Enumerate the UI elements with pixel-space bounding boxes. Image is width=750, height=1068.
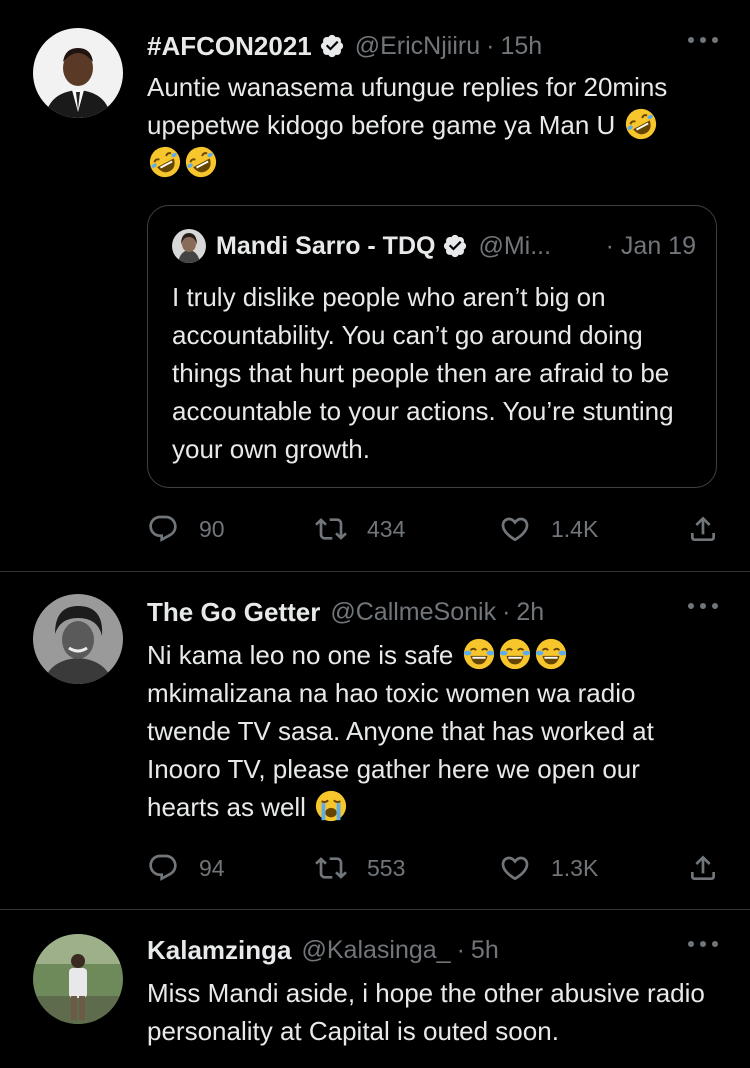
retweet-icon [315, 852, 347, 884]
reply-button[interactable]: 94 [147, 850, 225, 886]
reply-icon [147, 513, 179, 545]
user-handle[interactable]: @EricNjiiru [355, 32, 480, 61]
share-icon [687, 852, 719, 884]
tweet-text: Auntie wanasema ufungue replies for 20mi… [147, 68, 722, 182]
user-handle[interactable]: @CallmeSonik [330, 598, 496, 627]
display-name[interactable]: Kalamzinga [147, 935, 292, 966]
share-icon [687, 513, 719, 545]
reply-count: 94 [199, 854, 225, 881]
verified-badge-icon [442, 233, 468, 259]
tweet-actions: 94 553 1.3K [147, 850, 719, 886]
avatar[interactable] [33, 934, 123, 1024]
quoted-display-name[interactable]: Mandi Sarro - TDQ [216, 232, 435, 261]
like-count: 1.3K [551, 854, 599, 881]
heart-icon [499, 513, 531, 545]
tweet-actions: 90 434 1.4K [147, 511, 719, 547]
tweet[interactable]: Kalamzinga @Kalasinga_ · 5h Miss Mandi a… [0, 910, 750, 1068]
separator: · [486, 31, 495, 60]
quoted-user-handle[interactable]: @Mi... [478, 232, 551, 261]
rofl-emoji [184, 145, 218, 179]
heart-icon [499, 852, 531, 884]
rofl-emoji [624, 107, 658, 141]
tweet[interactable]: The Go Getter @CallmeSonik · 2h Ni kama … [0, 572, 750, 908]
tweet-text-line: Ni kama leo no one is safe [147, 640, 454, 670]
display-name[interactable]: #AFCON2021 [147, 31, 312, 62]
separator: · [456, 935, 465, 964]
user-handle[interactable]: @Kalasinga_ [302, 936, 451, 965]
share-button[interactable] [687, 850, 719, 886]
tweet-text: Miss Mandi aside, i hope the other abusi… [147, 978, 705, 1046]
more-icon[interactable] [686, 34, 720, 46]
more-icon[interactable] [686, 938, 720, 950]
separator: · [502, 597, 511, 626]
more-icon[interactable] [686, 600, 720, 612]
quoted-timestamp[interactable]: · Jan 19 [606, 232, 696, 261]
timestamp[interactable]: 5h [471, 936, 499, 965]
share-button[interactable] [687, 511, 719, 547]
joy-emoji [462, 637, 496, 671]
quoted-tweet-text: I truly dislike people who aren’t big on… [172, 282, 674, 464]
retweet-button[interactable]: 553 [315, 850, 405, 886]
tweet-text-line: hearts as well [147, 792, 306, 822]
tweet[interactable]: #AFCON2021 @EricNjiiru · 15h Auntie wana… [0, 0, 750, 570]
tweet-text-line: upepetwe kidogo before game ya Man U [147, 110, 616, 140]
quoted-tweet[interactable]: Mandi Sarro - TDQ @Mi... · Jan 19 I trul… [147, 205, 717, 488]
tweet-text: Ni kama leo no one is safe mkimalizana n… [147, 636, 722, 826]
verified-badge-icon [319, 33, 345, 59]
tweet-text-line: Auntie wanasema ufungue replies for 20mi… [147, 72, 668, 102]
avatar[interactable] [33, 594, 123, 684]
like-button[interactable]: 1.3K [499, 850, 598, 886]
retweet-icon [315, 513, 347, 545]
reply-button[interactable]: 90 [147, 511, 225, 547]
joy-emoji [534, 637, 568, 671]
like-button[interactable]: 1.4K [499, 511, 598, 547]
timestamp[interactable]: 2h [516, 598, 544, 627]
quoted-avatar[interactable] [172, 229, 206, 263]
reply-count: 90 [199, 515, 225, 542]
display-name[interactable]: The Go Getter [147, 597, 320, 628]
timestamp[interactable]: 15h [500, 32, 542, 61]
retweet-count: 434 [367, 515, 406, 542]
loudly-crying-emoji [314, 789, 348, 823]
joy-emoji [498, 637, 532, 671]
avatar[interactable] [33, 28, 123, 118]
retweet-count: 553 [367, 854, 406, 881]
retweet-button[interactable]: 434 [315, 511, 405, 547]
tweet-text-body: mkimalizana na hao toxic women wa radio … [147, 678, 654, 784]
like-count: 1.4K [551, 515, 599, 542]
rofl-emoji [148, 145, 182, 179]
reply-icon [147, 852, 179, 884]
